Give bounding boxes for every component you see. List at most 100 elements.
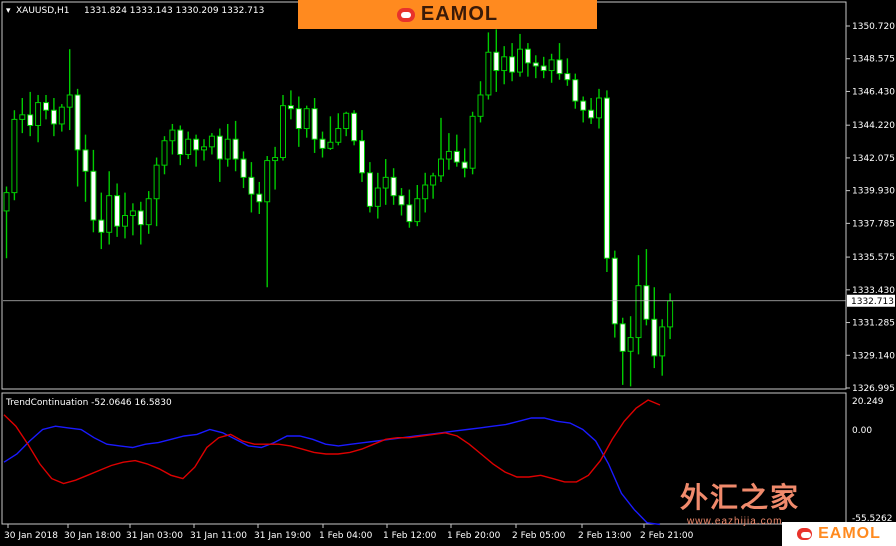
- candle-bear: [611, 257, 618, 325]
- price-tick-label: 1348.575: [852, 55, 895, 65]
- candle-bull: [122, 215, 128, 227]
- candle-bull: [438, 158, 444, 177]
- candle-bull: [66, 94, 73, 108]
- candle-bear: [493, 51, 500, 72]
- candle-bear: [319, 138, 326, 149]
- candle-bull: [185, 138, 192, 155]
- candle-bear: [532, 62, 539, 67]
- candle-bull: [11, 118, 18, 194]
- candle-bull: [201, 146, 207, 151]
- candle-bear: [359, 140, 365, 174]
- candle-bear: [540, 65, 547, 72]
- ohlc-values: 1331.824 1333.143 1330.209 1332.713: [84, 6, 264, 16]
- candle-bull: [58, 106, 65, 125]
- candle-bear: [287, 105, 294, 110]
- candle-bear: [177, 129, 184, 155]
- candle-bull: [224, 138, 231, 160]
- eamol-logo-bottom: EAMOL: [782, 522, 896, 546]
- price-tick-label: 1331.285: [852, 319, 895, 329]
- candle-bear: [193, 138, 200, 151]
- candle-bear: [564, 73, 571, 81]
- candle-bear: [248, 176, 255, 195]
- candle-bear: [74, 94, 81, 151]
- candle-bull: [303, 108, 310, 130]
- candle-bear: [643, 285, 650, 320]
- price-tick-label: 1335.575: [852, 253, 895, 263]
- candle-bear: [43, 102, 49, 111]
- candle-bear: [366, 172, 373, 207]
- eamol-logo-bottom-icon: [797, 528, 813, 540]
- price-tick-label: 1337.785: [852, 219, 895, 229]
- indicator-label: TrendContinuation -52.0646 16.5830: [5, 398, 172, 408]
- chart-background: [0, 0, 896, 546]
- candle-bull: [517, 48, 523, 73]
- candle-bear: [556, 59, 563, 75]
- time-tick-label: 30 Jan 2018: [4, 531, 58, 541]
- indicator-scale-zero: 0.00: [852, 426, 872, 436]
- candle-bear: [619, 323, 626, 352]
- candle-bear: [390, 176, 397, 197]
- price-tick-label: 1329.140: [852, 351, 895, 361]
- candle-bull: [414, 198, 421, 223]
- time-tick-label: 31 Jan 19:00: [254, 531, 311, 541]
- time-tick-label: 2 Feb 05:00: [512, 531, 566, 541]
- candle-bear: [50, 109, 57, 125]
- candle-bull: [35, 102, 42, 126]
- candle-bull: [422, 184, 429, 200]
- candle-bear: [651, 318, 658, 357]
- watermark-url: www.eazhijia.com: [687, 516, 783, 527]
- time-tick-label: 2 Feb 21:00: [640, 531, 694, 541]
- candle-bull: [659, 326, 666, 357]
- candle-bull: [19, 114, 26, 120]
- candle-bull: [382, 176, 389, 189]
- time-tick-label: 1 Feb 20:00: [447, 531, 501, 541]
- candle-bull: [343, 112, 350, 130]
- time-tick-label: 31 Jan 03:00: [126, 531, 183, 541]
- symbol-dropdown-icon[interactable]: ▾: [6, 6, 11, 16]
- candle-bear: [295, 108, 302, 130]
- price-tick-label: 1342.075: [852, 154, 895, 164]
- candle-bear: [588, 109, 595, 119]
- candle-bull: [129, 210, 136, 217]
- watermark-chinese: 外汇之家: [680, 481, 801, 514]
- candle-bear: [524, 48, 531, 64]
- eamol-logo-icon: [396, 7, 415, 22]
- eamol-logo-bottom-text: EAMOL: [818, 525, 881, 542]
- price-tick-label: 1344.220: [852, 121, 895, 131]
- candle-bear: [98, 219, 105, 233]
- time-tick-label: 1 Feb 04:00: [319, 531, 373, 541]
- candle-bear: [603, 97, 610, 259]
- candle-bear: [406, 204, 413, 223]
- price-tick-label: 1333.430: [852, 286, 895, 296]
- candle-bull: [627, 337, 634, 352]
- candle-bear: [509, 56, 516, 73]
- candle-bull: [327, 141, 334, 149]
- candle-bear: [114, 195, 121, 227]
- time-tick-label: 31 Jan 11:00: [190, 531, 247, 541]
- candle-bear: [351, 112, 358, 142]
- candle-bull: [548, 59, 555, 72]
- candle-bull: [335, 128, 342, 143]
- candle-bull: [477, 94, 484, 117]
- candle-bull: [430, 175, 437, 186]
- candle-bull: [667, 300, 674, 328]
- price-tick-label: 1346.430: [852, 87, 895, 97]
- candle-bear: [27, 114, 34, 126]
- candle-bear: [82, 149, 89, 172]
- candle-bull: [264, 160, 271, 203]
- indicator-scale-top: 20.249: [852, 397, 884, 407]
- candle-bull: [272, 157, 279, 162]
- price-tick-label: 1350.720: [852, 22, 895, 32]
- candle-bull: [169, 129, 176, 142]
- time-tick-label: 2 Feb 13:00: [578, 531, 632, 541]
- candle-bull: [485, 51, 492, 96]
- candle-bull: [280, 105, 286, 159]
- candle-bull: [635, 285, 642, 339]
- candle-bull: [445, 150, 452, 160]
- candle-bear: [240, 158, 247, 178]
- candle-bull: [145, 198, 152, 226]
- candle-bear: [453, 150, 460, 163]
- candle-bull: [106, 195, 113, 233]
- candle-bull: [469, 115, 476, 169]
- candle-bull: [374, 187, 381, 207]
